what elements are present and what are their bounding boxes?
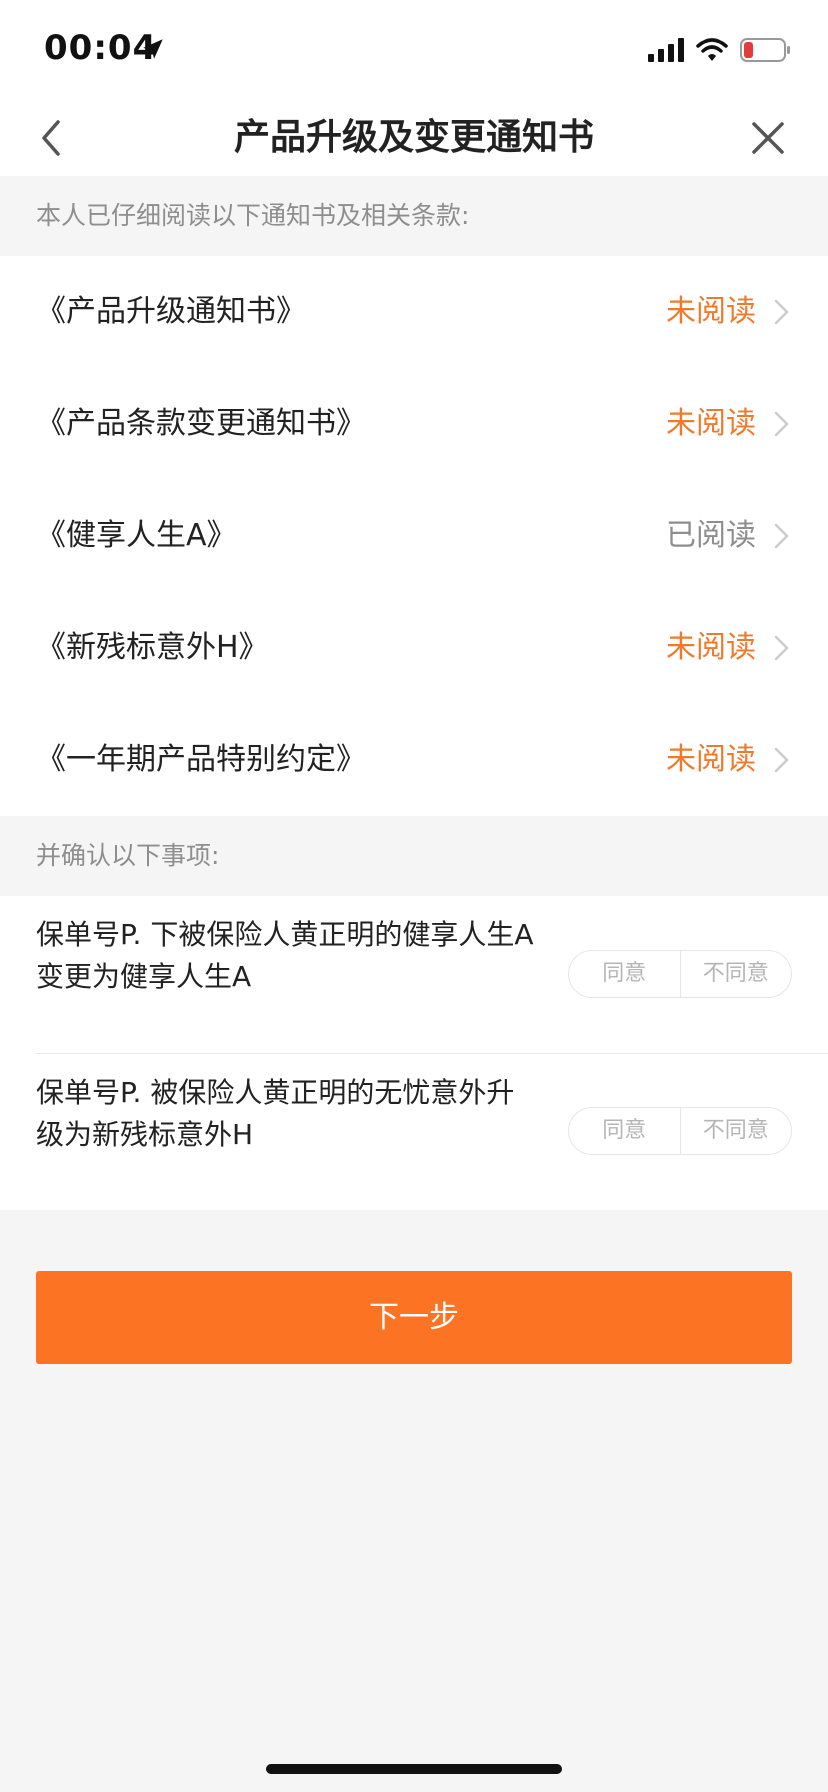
document-read-status: 未阅读: [666, 406, 756, 441]
agree-button[interactable]: 同意: [569, 951, 680, 997]
confirm-list: 保单号P. 下被保险人黄正明的健享人生A变更为健享人生A 同意 不同意 保单号P…: [0, 896, 828, 1210]
document-list: 《产品升级通知书》 未阅读 《产品条款变更通知书》 未阅读 《健享人生A》 已阅…: [0, 256, 828, 816]
document-read-status: 未阅读: [666, 742, 756, 777]
chevron-right-icon: [774, 411, 789, 437]
disagree-button[interactable]: 不同意: [679, 951, 792, 997]
status-indicators: [648, 34, 792, 66]
documents-section-header: 本人已仔细阅读以下通知书及相关条款:: [0, 176, 828, 256]
document-read-status: 已阅读: [666, 518, 756, 553]
document-row[interactable]: 《健享人生A》 已阅读: [0, 480, 828, 592]
location-arrow-icon: [143, 39, 163, 59]
next-step-button[interactable]: 下一步: [36, 1271, 792, 1364]
agree-button[interactable]: 同意: [569, 1108, 680, 1154]
document-title: 《新残标意外H》: [36, 630, 269, 665]
document-read-status: 未阅读: [666, 294, 756, 329]
document-title: 《一年期产品特别约定》: [36, 742, 366, 777]
document-title: 《产品条款变更通知书》: [36, 406, 366, 441]
document-row[interactable]: 《一年期产品特别约定》 未阅读: [0, 704, 828, 816]
close-icon[interactable]: [740, 110, 796, 166]
wifi-icon: [696, 38, 728, 61]
status-bar: 00:04: [0, 0, 828, 100]
agree-toggle-group: 同意 不同意: [568, 1107, 792, 1155]
confirm-item-text: 保单号P. 下被保险人黄正明的健享人生A变更为健享人生A: [36, 918, 534, 993]
confirm-section-header: 并确认以下事项:: [0, 816, 828, 896]
document-row[interactable]: 《新残标意外H》 未阅读: [0, 592, 828, 704]
agree-toggle-group: 同意 不同意: [568, 950, 792, 998]
document-title: 《健享人生A》: [36, 518, 237, 553]
document-title: 《产品升级通知书》: [36, 294, 306, 329]
battery-icon: [740, 38, 790, 62]
disagree-button[interactable]: 不同意: [679, 1108, 792, 1154]
cellular-signal-icon: [648, 38, 684, 62]
confirm-item: 保单号P. 被保险人黄正明的无忧意外升级为新残标意外H 同意 不同意: [0, 1054, 828, 1210]
document-row[interactable]: 《产品升级通知书》 未阅读: [0, 256, 828, 368]
chevron-right-icon: [774, 523, 789, 549]
confirm-item-text: 保单号P. 被保险人黄正明的无忧意外升级为新残标意外H: [36, 1076, 515, 1151]
home-indicator: [266, 1764, 562, 1774]
nav-bar: 产品升级及变更通知书: [0, 100, 828, 176]
page-title: 产品升级及变更通知书: [233, 117, 594, 158]
document-row[interactable]: 《产品条款变更通知书》 未阅读: [0, 368, 828, 480]
confirm-item: 保单号P. 下被保险人黄正明的健享人生A变更为健享人生A 同意 不同意: [0, 896, 828, 1053]
chevron-right-icon: [774, 747, 789, 773]
chevron-right-icon: [774, 299, 789, 325]
document-read-status: 未阅读: [666, 630, 756, 665]
chevron-right-icon: [774, 635, 789, 661]
